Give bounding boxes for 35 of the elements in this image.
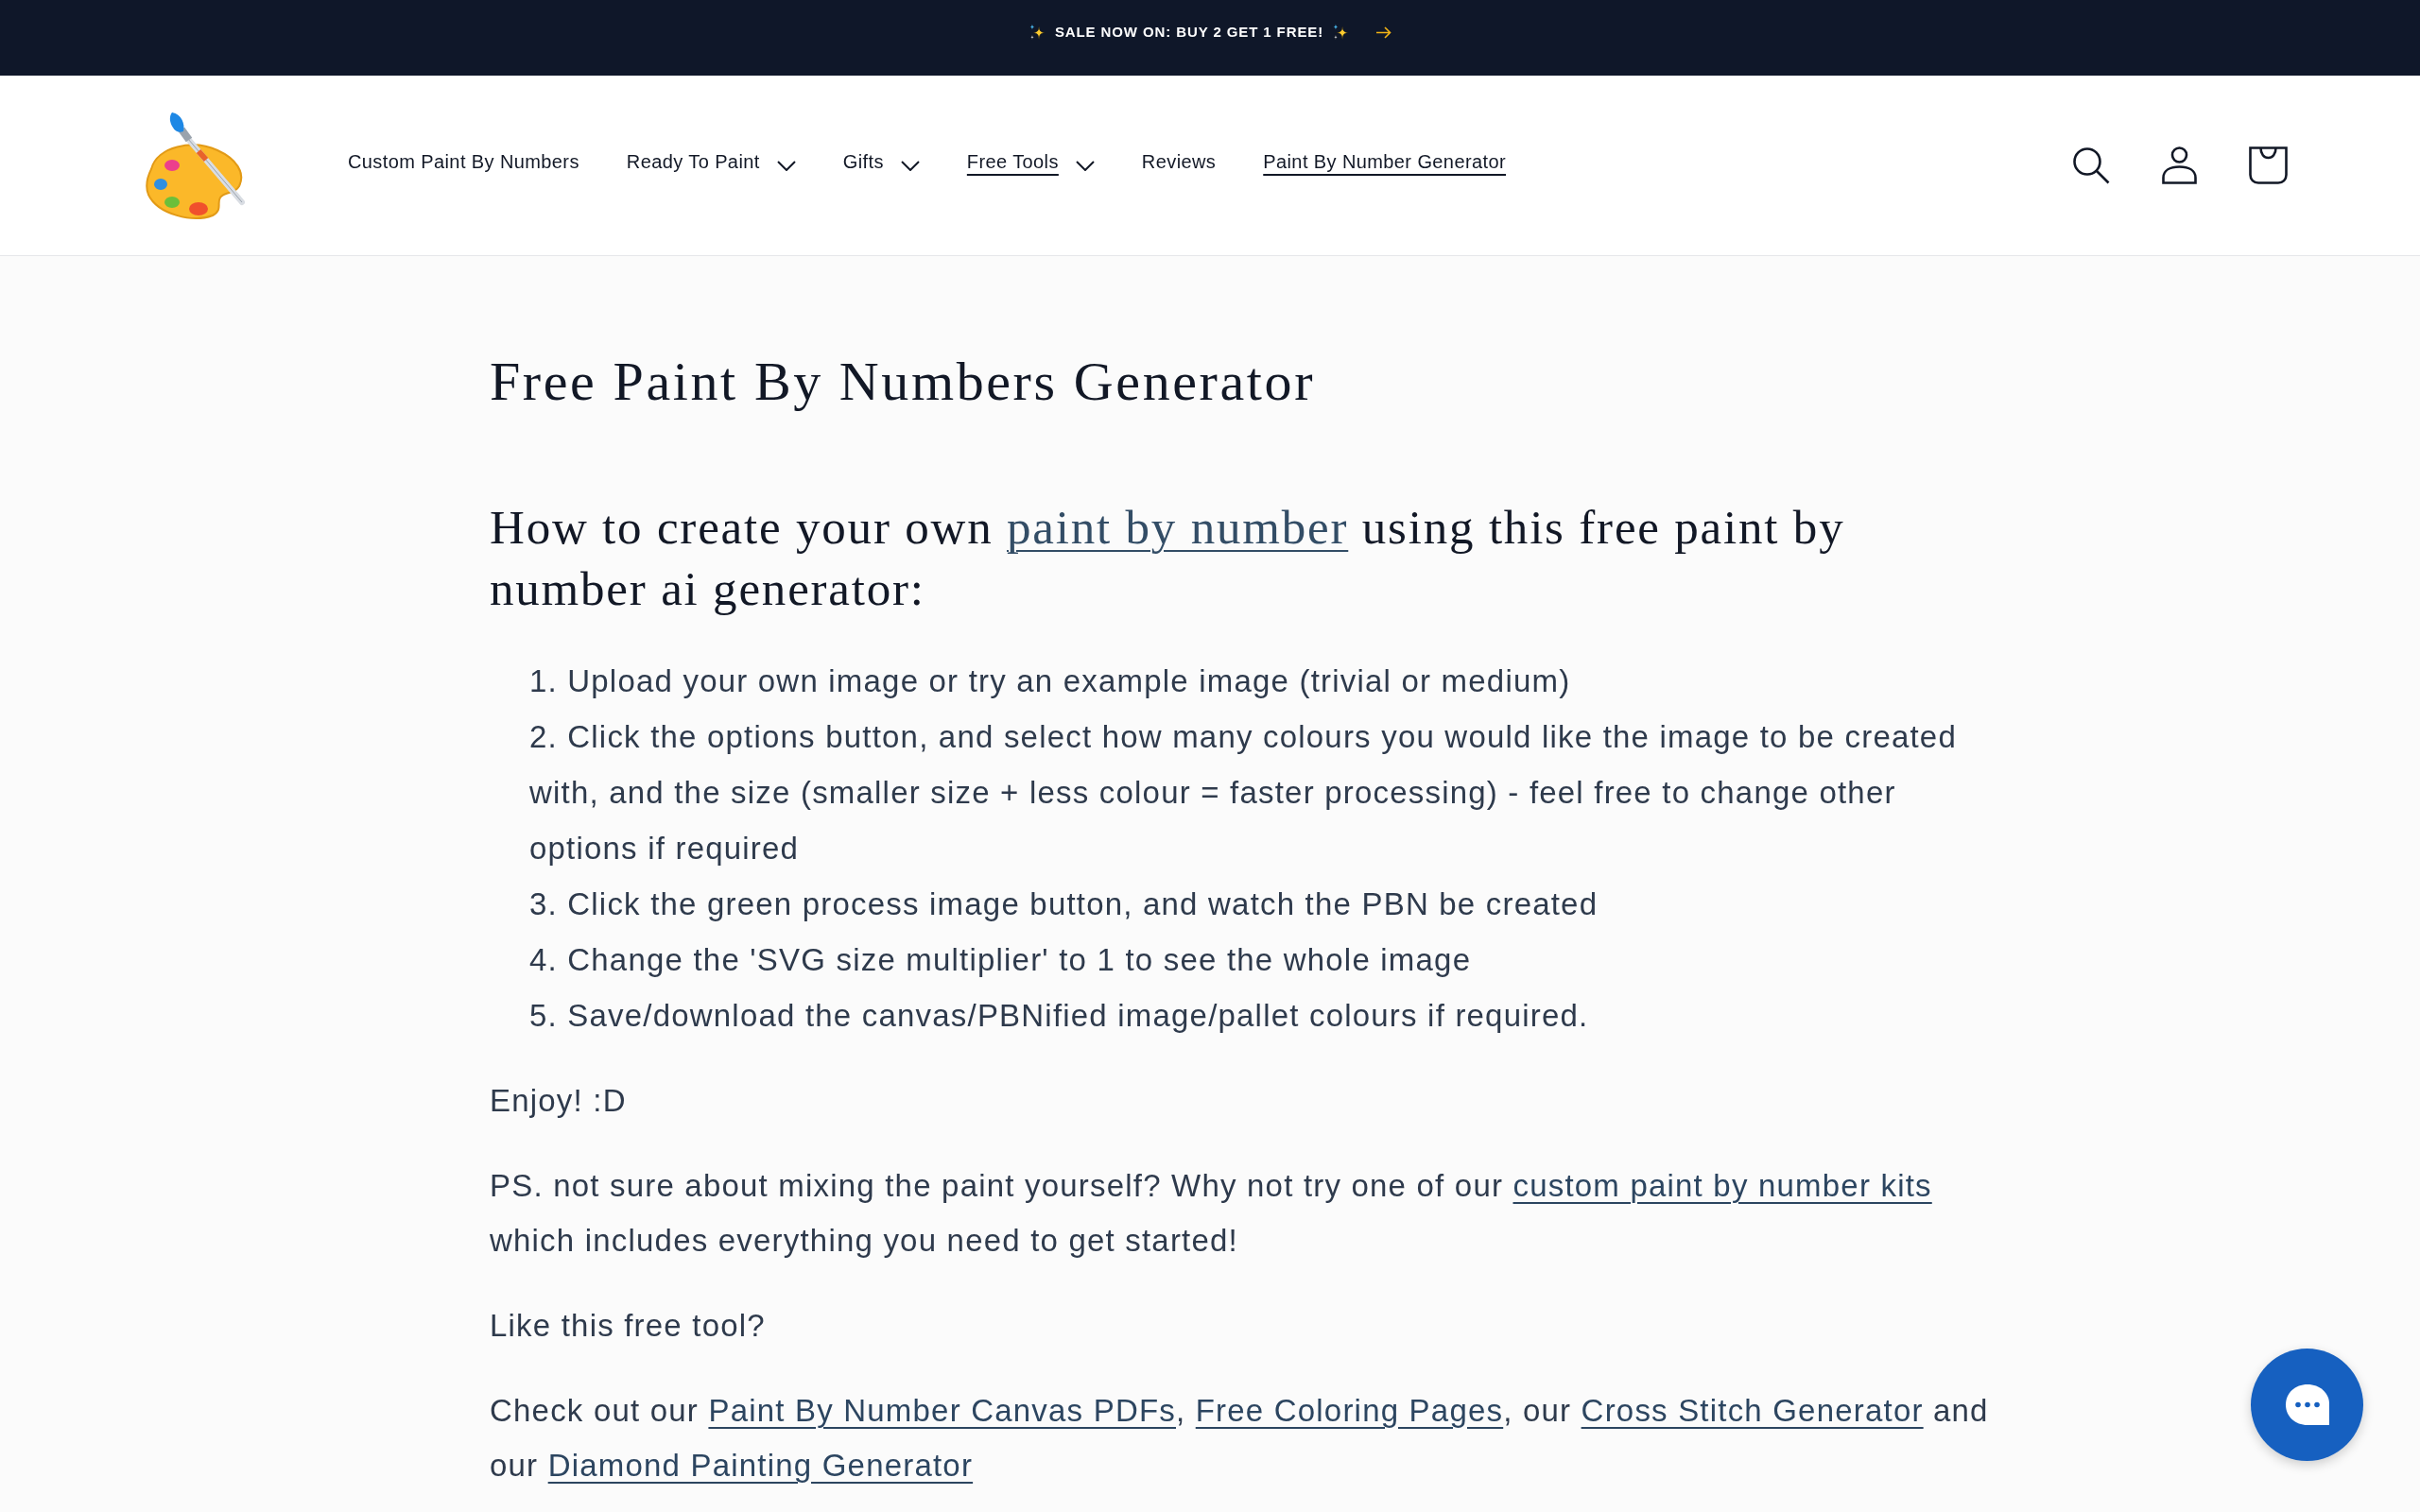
body-paragraph: Like this free tool? xyxy=(490,1307,767,1345)
text-link[interactable]: Cross Stitch Generator xyxy=(1581,1393,1924,1428)
section-heading: How to create your own paint by number using this free paint by number ai generator: xyxy=(490,500,1846,617)
list-item: 3. Click the green process image button, and watch the PBN be created xyxy=(529,885,1599,923)
search-icon[interactable] xyxy=(2072,146,2110,184)
body-paragraph: PS. not sure about mixing the paint yourself? Why not try one of our custom paint by number kits which includes everything you need to get started! xyxy=(490,1167,1933,1260)
list-item: 4. Change the 'SVG size multiplier' to 1 to see the whole image xyxy=(529,941,1473,979)
list-item: 5. Save/download the canvas/PBNified image/pallet colours if required. xyxy=(529,997,1590,1035)
body-paragraph: Check out our Paint By Number Canvas PDFs, Free Coloring Pages, our Cross Stitch Generator and our Diamond Painting Generator xyxy=(490,1392,1990,1485)
sparkle-icon xyxy=(1028,23,1046,42)
body-paragraph: Enjoy! :D xyxy=(490,1082,628,1120)
nav-link[interactable]: Paint By Number Generator xyxy=(1263,148,1507,175)
bag-icon[interactable] xyxy=(2249,146,2288,184)
announcement-text[interactable]: SALE NOW ON: BUY 2 GET 1 FREE! xyxy=(1054,23,1324,42)
nav-link[interactable]: Gifts xyxy=(842,156,920,175)
nav-link[interactable]: Custom Paint By Numbers xyxy=(348,148,579,175)
nav-link[interactable]: Reviews xyxy=(1141,148,1217,175)
chevron-down-icon xyxy=(900,160,920,171)
chevron-down-icon xyxy=(776,160,796,171)
account-icon[interactable] xyxy=(2162,146,2197,184)
palette-logo-icon[interactable] xyxy=(144,110,248,221)
arrow-right-icon[interactable] xyxy=(1375,26,1392,39)
text-link[interactable]: Paint By Number Canvas PDFs xyxy=(708,1393,1176,1428)
nav-link[interactable]: Ready To Paint xyxy=(626,156,796,175)
sparkle-icon xyxy=(1332,23,1351,42)
text-link[interactable]: custom paint by number kits xyxy=(1512,1168,1932,1203)
list-item: 2. Click the options button, and select how many colours you would like the image to be created with, and the size (smaller size + less colour = faster processing) - feel free to change other options if required xyxy=(529,718,1958,868)
text-link[interactable]: Diamond Painting Generator xyxy=(547,1448,974,1483)
page-title: Free Paint By Numbers Generator xyxy=(490,350,1317,414)
chevron-down-icon xyxy=(1075,160,1095,171)
list-item: 1. Upload your own image or try an example image (trivial or medium) xyxy=(529,662,1572,700)
nav-link[interactable]: Free Tools xyxy=(966,156,1095,175)
text-link[interactable]: Free Coloring Pages xyxy=(1195,1393,1504,1428)
speech-bubble-icon xyxy=(2284,1383,2330,1427)
text-link[interactable]: paint by number xyxy=(1007,501,1349,554)
